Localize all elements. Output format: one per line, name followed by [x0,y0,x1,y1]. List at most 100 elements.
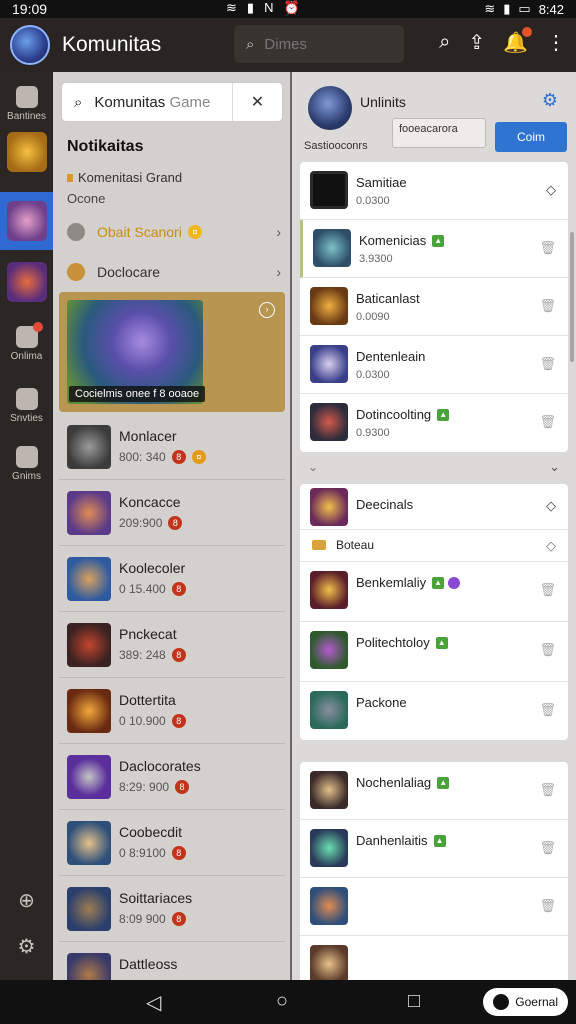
game-thumbnail [310,571,348,609]
rail-game-thumb-1[interactable] [0,132,53,172]
section-divider[interactable]: ⌄ ⌄ [300,456,568,478]
list-item[interactable]: Deecinals ◇ [300,484,568,530]
game-row[interactable]: Monlacer 800: 340 8 ¤ [59,414,285,480]
status-time: 19:09 [12,1,48,17]
trash-icon[interactable]: 🗑 [539,782,556,798]
game-thumbnail [67,425,111,469]
game-row[interactable]: Daclocorates 8:29: 900 8 [59,744,285,810]
list-item[interactable]: Baticanlast 0.0090 🗑 [300,278,568,336]
diamond-icon[interactable]: ◇ [546,538,556,554]
list-item[interactable] [300,936,568,980]
trash-icon[interactable]: 🗑 [539,240,556,256]
game-thumbnail [67,953,111,980]
search-icon: ⌕ [74,93,83,111]
featured-card[interactable]: Cocielmis onee f 8 ooaoe › [59,292,285,412]
rail-game-thumb-2[interactable] [0,262,53,302]
scrollbar[interactable] [570,232,574,362]
trash-icon[interactable]: 🗑 [539,642,556,658]
left-row-obait[interactable]: Obait Scanori ¤ › [67,220,281,244]
rail-item-bantines[interactable]: Bantines [0,86,53,122]
game-row[interactable]: Dottertita 0 10.900 8 [59,678,285,744]
trash-icon[interactable]: 🗑 [539,582,556,598]
game-thumbnail [6,201,47,241]
list-card-2: Deecinals ◇ Boteau ◇ Benkemlaliy ▲ 🗑 Poli… [300,484,568,740]
list-item[interactable]: Politechtoloy ▲ 🗑 [300,622,568,682]
chevron-right-icon: › [276,224,281,240]
notification-dot [522,27,532,37]
right-panel-subtitle: Sastiooconrs [304,140,368,152]
download-icon: ⊕ [18,890,35,912]
clock-icon [67,223,85,241]
notification-button[interactable]: 🔔 [503,27,532,55]
search-value[interactable]: Komunitas Game [94,94,210,111]
game-meta-text: 8:09 900 [119,912,166,926]
arrow-circle-icon[interactable]: › [259,302,275,318]
item-name: Danhenlaitis ▲ [356,833,446,848]
recents-icon[interactable]: □ [408,990,420,1013]
rail-item-onlima[interactable]: Onlima [0,322,53,362]
left-row-doclocare[interactable]: Doclocare › [67,260,281,284]
assistant-pill[interactable]: Goernal [483,988,568,1016]
back-icon[interactable]: ◁ [146,990,161,1015]
list-item-short[interactable]: Boteau ◇ [300,530,568,562]
search-suffix: Game [169,93,211,111]
game-thumbnail [313,229,351,267]
gem-badge [448,576,461,589]
list-item[interactable]: Komenicias ▲ 3.9300 🗑 [300,220,568,278]
game-meta-text: 209:900 [119,516,163,530]
list-item[interactable]: Samitiae 0.0300 ◇ [300,162,568,220]
item-meta: 0.0300 [356,195,390,207]
header-search-input[interactable] [264,35,375,53]
game-row[interactable]: Coobecdit 0 8:9100 8 [59,810,285,876]
rank-badge: 8 [171,582,186,596]
share-icon[interactable]: ⇪ [468,30,485,55]
verified-badge: ▲ [432,576,445,589]
trash-icon[interactable]: 🗑 [539,840,556,856]
trash-icon[interactable]: 🗑 [539,898,556,914]
community-search[interactable]: ⌕ Komunitas Game ✕ [61,82,283,122]
rail-item-gnims[interactable]: Gnims [0,446,53,482]
list-item[interactable]: Benkemlaliy ▲ 🗑 [300,562,568,622]
game-row[interactable]: Koncacce 209:900 8 [59,480,285,546]
trash-icon[interactable]: 🗑 [539,356,556,372]
game-meta: 0 10.900 8 [119,714,186,728]
more-options-icon[interactable]: ⋮ [546,30,566,55]
game-meta-text: 800: 340 [119,450,166,464]
right-panel-field[interactable]: fooeacarora [392,118,486,148]
clear-search-button[interactable]: ✕ [232,83,282,121]
diamond-icon[interactable]: ◇ [546,498,556,514]
search-icon[interactable]: ⌕ [439,31,450,54]
list-item[interactable]: Danhenlaitis ▲ 🗑 [300,820,568,878]
item-name: Boteau [336,538,375,552]
list-item[interactable]: Packone 🗑 [300,682,568,740]
game-row[interactable]: Dattleoss [59,942,285,980]
right-panel-button[interactable]: Coim [495,122,567,152]
wifi-icon: ≋ [226,0,237,15]
game-row[interactable]: Koolecoler 0 15.400 8 [59,546,285,612]
item-meta: 0.0090 [356,311,390,323]
list-item[interactable]: Dentenleain 0.0300 🗑 [300,336,568,394]
download-button[interactable]: ⊕ [0,888,53,913]
game-row[interactable]: Pnckecat 389: 248 8 [59,612,285,678]
rail-active-highlight [0,192,53,250]
item-meta: 3.9300 [359,253,393,265]
list-item[interactable]: Dotincoolting ▲ 0.9300 🗑 [300,394,568,452]
home-icon[interactable]: ○ [276,990,288,1013]
trash-icon[interactable]: 🗑 [539,414,556,430]
gear-icon[interactable]: ⚙ [542,90,558,111]
list-item[interactable]: Nochenlaliag ▲ 🗑 [300,762,568,820]
settings-button[interactable]: ⚙ [0,934,53,959]
trash-icon[interactable]: 🗑 [539,702,556,718]
diamond-icon[interactable]: ◇ [546,182,556,198]
list-item[interactable]: 🗑 [300,878,568,936]
rail-game-thumb-active[interactable] [0,192,53,250]
item-name-text: Dotincoolting [356,407,432,422]
trash-icon[interactable]: 🗑 [539,298,556,314]
rail-item-snvties[interactable]: Snvties [0,388,53,424]
game-thumbnail [6,262,47,302]
game-thumbnail [310,488,348,526]
header-search[interactable]: ⌕ [234,25,404,63]
game-row[interactable]: Soittariaces 8:09 900 8 [59,876,285,942]
rail-label: Snvties [10,413,43,424]
list-card-3: Nochenlaliag ▲ 🗑 Danhenlaitis ▲ 🗑 🗑 [300,762,568,980]
